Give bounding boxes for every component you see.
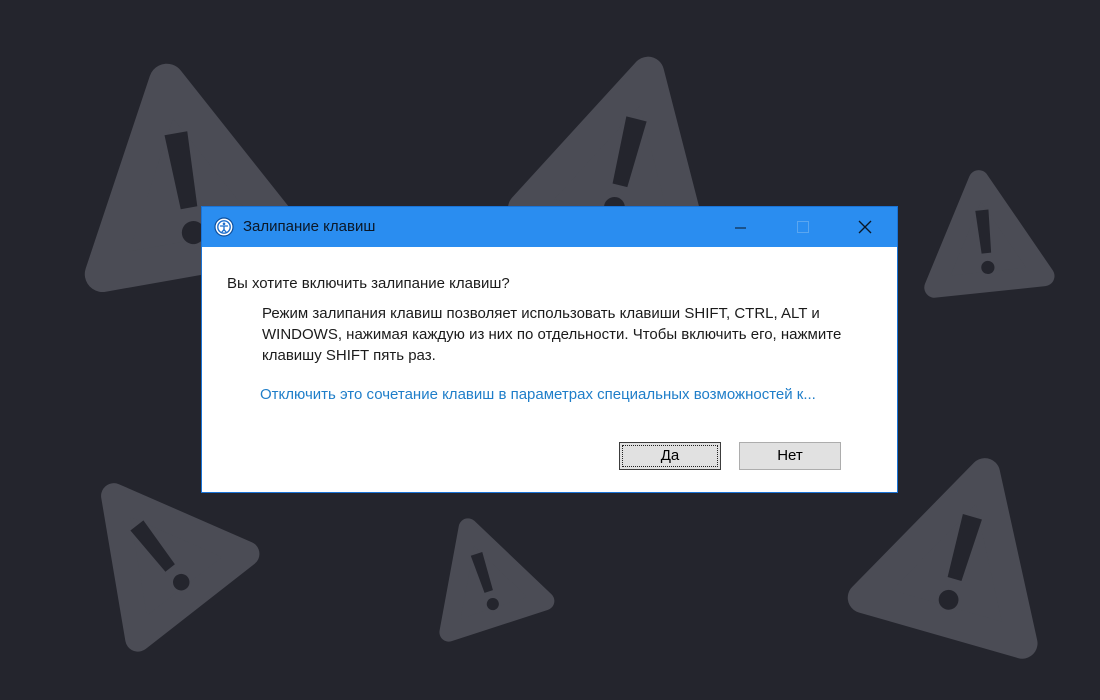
no-button-label: Нет (777, 447, 803, 464)
dialog-question: Вы хотите включить залипание клавиш? (227, 275, 510, 292)
accessibility-settings-link[interactable]: Отключить это сочетание клавиш в парамет… (260, 386, 816, 403)
accessibility-icon (214, 217, 234, 237)
title-bar[interactable]: Залипание клавиш (202, 207, 897, 247)
maximize-icon (797, 221, 809, 233)
window-title: Залипание клавиш (243, 218, 376, 235)
close-icon (858, 220, 872, 234)
warning-triangle-icon (420, 512, 545, 632)
yes-button-label: Да (660, 447, 680, 464)
maximize-button[interactable] (779, 207, 825, 247)
dialog-description: Режим залипания клавиш позволяет использ… (262, 305, 842, 364)
warning-triangle-icon (924, 175, 1044, 288)
no-button[interactable]: Нет (739, 442, 841, 470)
minimize-icon (735, 227, 746, 229)
yes-button[interactable]: Да (619, 442, 721, 470)
minimize-button[interactable] (717, 207, 763, 247)
sticky-keys-dialog: Залипание клавиш Вы хотите включить зали… (201, 206, 898, 493)
close-button[interactable] (842, 207, 888, 247)
